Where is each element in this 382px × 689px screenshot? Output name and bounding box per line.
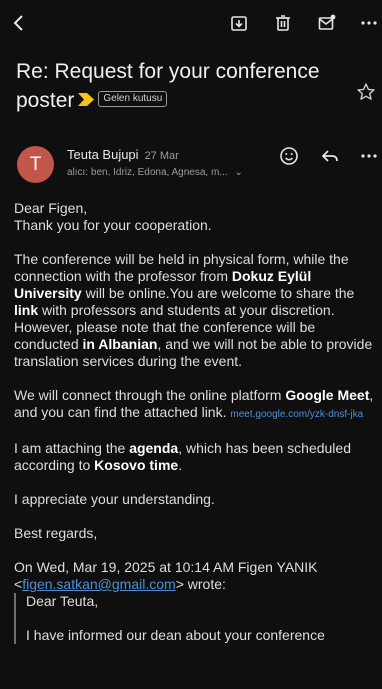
back-arrow-icon[interactable] [6, 10, 32, 36]
star-icon[interactable] [356, 82, 376, 102]
conference-paragraph: The conference will be held in physical … [14, 251, 376, 370]
signoff-paragraph: Best regards, [14, 525, 98, 541]
sender-name: Teuta Bujupi [67, 147, 139, 162]
important-marker-icon[interactable] [78, 93, 95, 107]
email-body: Dear Figen, Thank you for your cooperati… [14, 200, 376, 661]
subject-text: Re: Request for your conference poster [16, 60, 320, 112]
agenda-word: agenda [129, 440, 179, 456]
text: will be online.You are welcome to share … [81, 285, 355, 301]
archive-icon[interactable] [226, 10, 252, 36]
quote-line: I have informed our dean about your conf… [26, 627, 325, 643]
toolbar [0, 0, 382, 48]
thanks-line: Thank you for your cooperation. [14, 217, 212, 233]
reply-icon[interactable] [318, 144, 342, 168]
platform-name: Google Meet [285, 387, 370, 403]
greeting-paragraph: Dear Figen, Thank you for your cooperati… [14, 200, 376, 234]
greeting: Dear Figen, [14, 200, 88, 216]
sender-line[interactable]: Teuta Bujupi 27 Mar [67, 147, 179, 162]
quoted-message: Dear Teuta, I have informed our dean abo… [14, 593, 376, 644]
text: > wrote: [175, 576, 226, 592]
meet-link[interactable]: meet.google.com/yzk-dnsf-jka [230, 409, 363, 420]
agenda-paragraph: I am attaching the agenda, which has bee… [14, 440, 376, 474]
quote-greeting: Dear Teuta, [26, 593, 99, 609]
appreciation-paragraph: I appreciate your understanding. [14, 491, 215, 507]
trash-icon[interactable] [270, 10, 296, 36]
link-word: link [14, 302, 39, 318]
text: . [178, 457, 183, 473]
text: We will connect through the online platf… [14, 387, 286, 403]
recipients-text: alıcı: ben, Idriz, Edona, Agnesa, m... [67, 167, 228, 178]
email-subject: Re: Request for your conference poster Ge… [16, 57, 356, 115]
timezone: Kosovo time [94, 457, 179, 473]
message-more-icon[interactable] [357, 144, 381, 168]
quote-header: On Wed, Mar 19, 2025 at 10:14 AM Figen Y… [14, 559, 376, 593]
emoji-reaction-icon[interactable] [277, 144, 301, 168]
text: I am attaching the [14, 440, 130, 456]
email-date: 27 Mar [144, 150, 179, 162]
recipients-line[interactable]: alıcı: ben, Idriz, Edona, Agnesa, m... ⌄ [67, 167, 243, 178]
mark-unread-icon[interactable] [314, 10, 340, 36]
sender-avatar[interactable]: T [17, 146, 54, 183]
language: in Albanian [82, 336, 158, 352]
inbox-label-chip[interactable]: Gelen kutusu [98, 91, 168, 108]
more-options-icon[interactable] [356, 10, 382, 36]
platform-paragraph: We will connect through the online platf… [14, 387, 376, 423]
chevron-down-icon[interactable]: ⌄ [234, 167, 242, 178]
quoted-email-link[interactable]: figen.satkan@gmail.com [22, 576, 176, 592]
